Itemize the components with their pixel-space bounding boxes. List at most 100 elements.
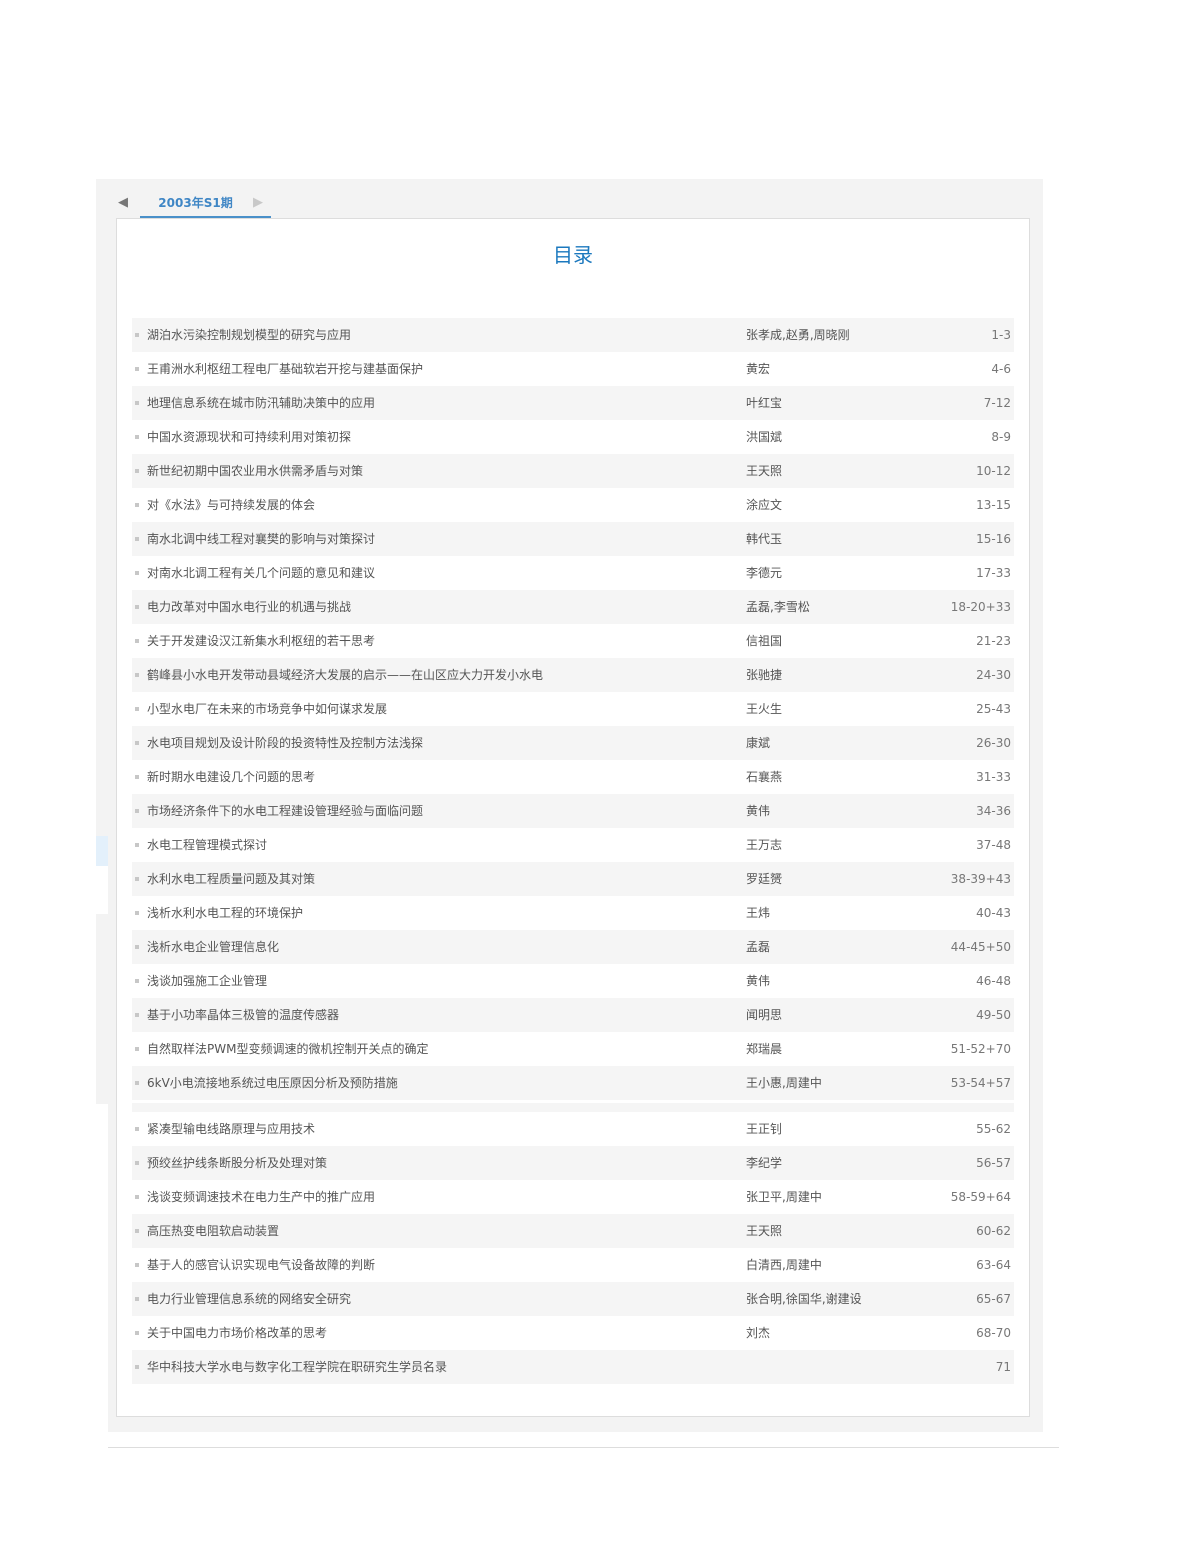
article-title-link[interactable]: 紧凑型输电线路原理与应用技术 [147, 1112, 737, 1146]
article-title-link[interactable]: 电力行业管理信息系统的网络安全研究 [147, 1282, 737, 1316]
toc-row: 对《水法》与可持续发展的体会 涂应文 13-15 [132, 488, 1014, 522]
toc-row: 地理信息系统在城市防汛辅助决策中的应用 叶红宝 7-12 [132, 386, 1014, 420]
article-title-link[interactable]: 关于中国电力市场价格改革的思考 [147, 1316, 737, 1350]
article-pages: 63-64 [976, 1258, 1011, 1272]
article-pages: 8-9 [991, 430, 1011, 444]
toc-row: 华中科技大学水电与数字化工程学院在职研究生学员名录 71 [132, 1350, 1014, 1384]
article-title-link[interactable]: 水利水电工程质量问题及其对策 [147, 862, 737, 896]
toc-row: 浅谈加强施工企业管理 黄伟 46-48 [132, 964, 1014, 998]
article-title-link[interactable]: 电力改革对中国水电行业的机遇与挑战 [147, 590, 737, 624]
toc-row: 基于人的感官认识实现电气设备故障的判断 白清西,周建中 63-64 [132, 1248, 1014, 1282]
article-pages: 7-12 [983, 396, 1011, 410]
bullet-icon [135, 1161, 139, 1165]
article-authors: 王小惠,周建中 [746, 1076, 822, 1090]
toc-row: 高压热变电阻软启动装置 王天照 60-62 [132, 1214, 1014, 1248]
article-pages: 38-39+43 [950, 872, 1011, 886]
article-title-link[interactable]: 预绞丝护线条断股分析及处理对策 [147, 1146, 737, 1180]
toc-row: 对南水北调工程有关几个问题的意见和建议 李德元 17-33 [132, 556, 1014, 590]
bullet-icon [135, 1047, 139, 1051]
bullet-icon [135, 979, 139, 983]
article-title-link[interactable]: 华中科技大学水电与数字化工程学院在职研究生学员名录 [147, 1350, 737, 1384]
article-title-link[interactable]: 自然取样法PWM型变频调速的微机控制开关点的确定 [147, 1032, 737, 1066]
article-title-link[interactable]: 浅析水电企业管理信息化 [147, 930, 737, 964]
article-authors: 王火生 [746, 702, 783, 716]
toc-row: 基于小功率晶体三极管的温度传感器 闻明思 49-50 [132, 998, 1014, 1032]
issue-tab-active[interactable]: 2003年S1期 [140, 191, 271, 218]
article-title-link[interactable]: 湖泊水污染控制规划模型的研究与应用 [147, 318, 737, 352]
article-authors: 王炜 [746, 906, 771, 920]
article-title-link[interactable]: 水电项目规划及设计阶段的投资特性及控制方法浅探 [147, 726, 737, 760]
article-authors: 李纪学 [746, 1156, 783, 1170]
article-pages: 13-15 [976, 498, 1011, 512]
article-pages: 44-45+50 [950, 940, 1011, 954]
article-title-link[interactable]: 浅谈加强施工企业管理 [147, 964, 737, 998]
bullet-icon [135, 741, 139, 745]
article-title-link[interactable]: 鹤峰县小水电开发带动县域经济大发展的启示——在山区应大力开发小水电 [147, 658, 737, 692]
article-authors: 叶红宝 [746, 396, 783, 410]
article-authors: 张卫平,周建中 [746, 1190, 822, 1204]
toc-row: 水电工程管理模式探讨 王万志 37-48 [132, 828, 1014, 862]
article-authors: 韩代玉 [746, 532, 783, 546]
article-title-link[interactable]: 浅谈变频调速技术在电力生产中的推广应用 [147, 1180, 737, 1214]
article-authors: 郑瑞晨 [746, 1042, 783, 1056]
article-authors: 李德元 [746, 566, 783, 580]
bullet-icon [135, 1081, 139, 1085]
toc-row: 王甫洲水利枢纽工程电厂基础软岩开挖与建基面保护 黄宏 4-6 [132, 352, 1014, 386]
article-authors: 刘杰 [746, 1326, 771, 1340]
article-title-link[interactable]: 水电工程管理模式探讨 [147, 828, 737, 862]
article-title-link[interactable]: 新时期水电建设几个问题的思考 [147, 760, 737, 794]
bullet-icon [135, 911, 139, 915]
article-pages: 34-36 [976, 804, 1011, 818]
issue-tab-bar: ◀ 2003年S1期 ▶ [116, 191, 296, 219]
article-pages: 21-23 [976, 634, 1011, 648]
article-title-link[interactable]: 6kV小电流接地系统过电压原因分析及预防措施 [147, 1066, 737, 1100]
bullet-icon [135, 1297, 139, 1301]
article-authors: 黄伟 [746, 974, 771, 988]
article-pages: 60-62 [976, 1224, 1011, 1238]
article-title-link[interactable]: 对《水法》与可持续发展的体会 [147, 488, 737, 522]
next-issue-arrow-icon[interactable]: ▶ [253, 195, 267, 211]
toc-row: 6kV小电流接地系统过电压原因分析及预防措施 王小惠,周建中 53-54+57 [132, 1066, 1014, 1100]
article-pages: 25-43 [976, 702, 1011, 716]
article-pages: 56-57 [976, 1156, 1011, 1170]
footer-divider [108, 1447, 1059, 1448]
article-title-link[interactable]: 王甫洲水利枢纽工程电厂基础软岩开挖与建基面保护 [147, 352, 737, 386]
article-pages: 55-62 [976, 1122, 1011, 1136]
article-title-link[interactable]: 对南水北调工程有关几个问题的意见和建议 [147, 556, 737, 590]
toc-row: 电力行业管理信息系统的网络安全研究 张合明,徐国华,谢建设 65-67 [132, 1282, 1014, 1316]
article-title-link[interactable]: 高压热变电阻软启动装置 [147, 1214, 737, 1248]
bullet-icon [135, 537, 139, 541]
side-spacer [96, 866, 108, 914]
article-title-link[interactable]: 基于人的感官认识实现电气设备故障的判断 [147, 1248, 737, 1282]
toc-list: 湖泊水污染控制规划模型的研究与应用 张孝成,赵勇,周晓刚 1-3 王甫洲水利枢纽工程… [132, 318, 1014, 1384]
article-authors: 石襄燕 [746, 770, 783, 784]
article-authors [746, 1350, 936, 1384]
article-title-link[interactable]: 基于小功率晶体三极管的温度传感器 [147, 998, 737, 1032]
bullet-icon [135, 945, 139, 949]
article-authors: 黄宏 [746, 362, 771, 376]
toc-row: 水利水电工程质量问题及其对策 罗廷赟 38-39+43 [132, 862, 1014, 896]
bullet-icon [135, 1331, 139, 1335]
article-title-link[interactable]: 小型水电厂在未来的市场竞争中如何谋求发展 [147, 692, 737, 726]
article-title-link[interactable]: 地理信息系统在城市防汛辅助决策中的应用 [147, 386, 737, 420]
article-title-link[interactable]: 中国水资源现状和可持续利用对策初探 [147, 420, 737, 454]
article-title-link[interactable]: 市场经济条件下的水电工程建设管理经验与面临问题 [147, 794, 737, 828]
bullet-icon [135, 503, 139, 507]
bullet-icon [135, 639, 139, 643]
toc-row: 电力改革对中国水电行业的机遇与挑战 孟磊,李雪松 18-20+33 [132, 590, 1014, 624]
article-pages: 46-48 [976, 974, 1011, 988]
article-pages: 17-33 [976, 566, 1011, 580]
article-authors: 黄伟 [746, 804, 771, 818]
article-title-link[interactable]: 南水北调中线工程对襄樊的影响与对策探讨 [147, 522, 737, 556]
article-title-link[interactable]: 浅析水利水电工程的环境保护 [147, 896, 737, 930]
article-pages: 26-30 [976, 736, 1011, 750]
bullet-icon [135, 469, 139, 473]
article-authors: 闻明思 [746, 1008, 783, 1022]
bullet-icon [135, 1263, 139, 1267]
article-pages: 15-16 [976, 532, 1011, 546]
prev-issue-arrow-icon[interactable]: ◀ [118, 195, 132, 211]
article-title-link[interactable]: 新世纪初期中国农业用水供需矛盾与对策 [147, 454, 737, 488]
issue-tab-label[interactable]: 2003年S1期 [158, 195, 232, 211]
article-title-link[interactable]: 关于开发建设汉江新集水利枢纽的若干思考 [147, 624, 737, 658]
bullet-icon [135, 401, 139, 405]
